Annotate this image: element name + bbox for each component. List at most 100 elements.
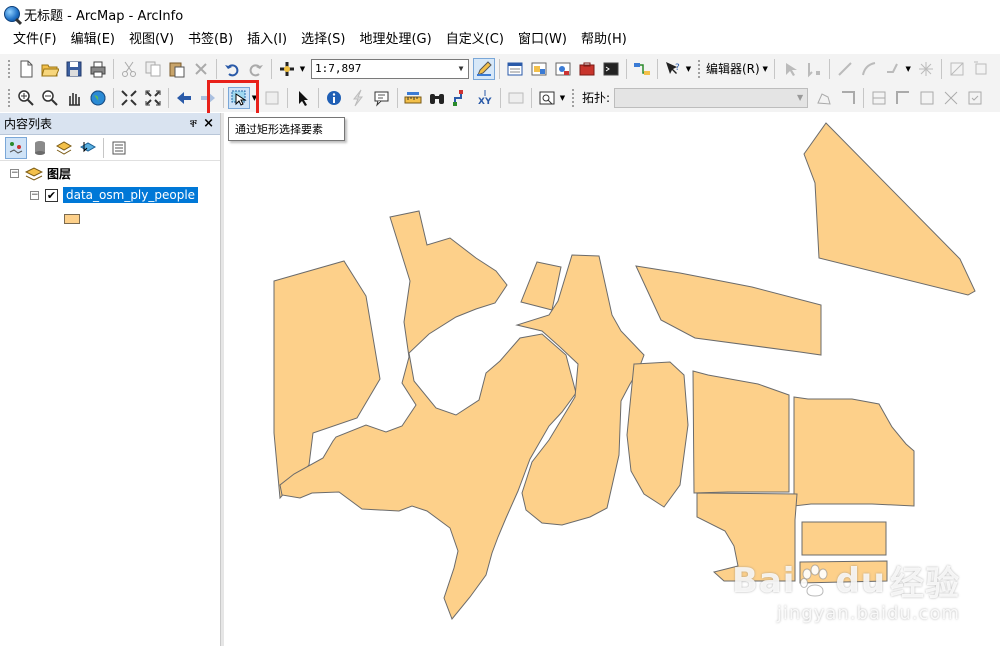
add-data-dropdown-arrow[interactable]: ▼ [299, 58, 306, 80]
topology-combobox[interactable]: ▼ [614, 87, 809, 108]
menu-windows[interactable]: 窗口(W) [511, 29, 574, 51]
toolbar-grip[interactable] [571, 87, 575, 108]
construction-dropdown-arrow[interactable]: ▼ [905, 58, 912, 80]
edit-annotation-button[interactable] [803, 58, 825, 80]
open-button[interactable] [39, 58, 61, 80]
whats-this-button[interactable]: ? [662, 58, 684, 80]
menu-customize[interactable]: 自定义(C) [439, 29, 511, 51]
create-viewer-window-button[interactable] [536, 87, 558, 109]
list-by-selection-button[interactable] [77, 137, 99, 159]
measure-button[interactable] [402, 87, 424, 109]
copy-button[interactable] [142, 58, 164, 80]
zoom-in-button[interactable] [15, 87, 37, 109]
pin-icon[interactable]: ቐ [190, 117, 198, 131]
list-by-drawing-order-button[interactable] [5, 136, 27, 159]
menu-geoprocessing[interactable]: 地理处理(G) [352, 29, 438, 51]
new-document-button[interactable] [15, 58, 37, 80]
polygon-feature[interactable] [626, 361, 689, 508]
straight-segment-button[interactable] [834, 58, 856, 80]
toolbar-grip[interactable] [7, 58, 11, 79]
html-popup-button[interactable] [371, 87, 393, 109]
menu-bookmarks[interactable]: 书签(B) [181, 29, 240, 51]
go-back-extent-button[interactable] [173, 87, 195, 109]
list-by-visibility-button[interactable] [53, 137, 75, 159]
editor-dropdown-arrow[interactable]: ▼ [762, 58, 769, 80]
identify-button[interactable] [323, 87, 345, 109]
validate-topology-button[interactable] [964, 87, 986, 109]
layer-symbol-swatch[interactable] [64, 214, 80, 224]
list-by-source-button[interactable] [29, 137, 51, 159]
layer-name-label[interactable]: data_osm_ply_people [63, 187, 199, 203]
chevron-down-icon[interactable]: ▼ [793, 93, 807, 102]
toc-toolbar [0, 135, 220, 161]
python-window-button[interactable] [600, 58, 622, 80]
catalog-window-button[interactable] [528, 58, 550, 80]
toolbar-overflow-arrow[interactable]: ▼ [685, 58, 692, 80]
layer-visibility-checkbox[interactable]: ✔ [45, 188, 58, 202]
curve-segment-button[interactable] [858, 58, 880, 80]
redo-button[interactable] [245, 58, 267, 80]
find-button[interactable] [426, 87, 448, 109]
print-button[interactable] [87, 58, 109, 80]
rotate-tool-button[interactable] [970, 58, 992, 80]
map-topology-button[interactable] [813, 87, 835, 109]
menu-help[interactable]: 帮助(H) [574, 29, 634, 51]
map-scale-combobox[interactable]: 1:7,897 ▼ [311, 58, 469, 79]
edit-tool-button[interactable] [779, 58, 801, 80]
arctoolbox-button[interactable] [576, 58, 598, 80]
full-extent-button[interactable] [87, 87, 109, 109]
time-slider-button[interactable] [505, 87, 527, 109]
menu-edit[interactable]: 编辑(E) [64, 29, 122, 51]
polygon-feature[interactable] [803, 122, 976, 296]
catalog-icon [531, 62, 547, 75]
layers-group-row[interactable]: − 图层 [10, 165, 71, 182]
search-window-button[interactable] [552, 58, 574, 80]
fixed-zoom-in-button[interactable] [118, 87, 140, 109]
find-route-button[interactable] [450, 87, 472, 109]
undo-button[interactable] [221, 58, 243, 80]
menu-insert[interactable]: 插入(I) [240, 29, 294, 51]
polygon-feature[interactable] [520, 261, 562, 311]
chevron-down-icon[interactable]: ▼ [454, 60, 468, 78]
construct-features-button[interactable] [916, 87, 938, 109]
paste-button[interactable] [166, 58, 188, 80]
editor-menu[interactable]: 编辑器(R) [704, 60, 762, 77]
menu-file[interactable]: 文件(F) [6, 29, 64, 51]
editor-toolbar-button[interactable] [473, 57, 495, 80]
table-of-contents-button[interactable] [504, 58, 526, 80]
info-icon [327, 90, 341, 105]
collapse-icon[interactable]: − [30, 190, 39, 200]
show-shared-features-button[interactable] [868, 87, 890, 109]
collapse-icon[interactable]: − [10, 169, 19, 178]
menu-view[interactable]: 视图(V) [122, 29, 181, 51]
polygon-feature[interactable] [793, 396, 915, 507]
topology-edit-tool-button[interactable] [837, 87, 859, 109]
model-builder-button[interactable] [631, 58, 653, 80]
toc-options-button[interactable] [108, 137, 130, 159]
close-icon[interactable]: × [203, 116, 214, 131]
planarize-button[interactable] [940, 87, 962, 109]
polygon-feature[interactable] [635, 265, 822, 356]
split-tool-button[interactable] [946, 58, 968, 80]
topology-edit-2-button[interactable] [892, 87, 914, 109]
toolbar-overflow-arrow[interactable]: ▼ [559, 87, 566, 109]
trace-button[interactable] [882, 58, 904, 80]
snapping-button[interactable] [915, 58, 937, 80]
go-to-xy-button[interactable]: XY [474, 87, 496, 109]
pan-button[interactable] [63, 87, 85, 109]
save-button[interactable] [63, 58, 85, 80]
hyperlink-button[interactable] [347, 87, 369, 109]
cut-button[interactable] [118, 58, 140, 80]
toolbar-grip[interactable] [7, 87, 11, 108]
layer-row[interactable]: − ✔ data_osm_ply_people [30, 187, 199, 203]
add-data-button[interactable] [276, 58, 298, 80]
polygon-feature[interactable] [692, 370, 790, 494]
delete-button[interactable] [190, 58, 212, 80]
menu-selection[interactable]: 选择(S) [294, 29, 352, 51]
zoom-out-button[interactable] [39, 87, 61, 109]
select-elements-button[interactable] [292, 87, 314, 109]
clear-selection-button[interactable] [261, 87, 283, 109]
toolbar-grip[interactable] [697, 58, 701, 79]
polygon-feature[interactable] [801, 521, 887, 556]
fixed-zoom-out-button[interactable] [142, 87, 164, 109]
